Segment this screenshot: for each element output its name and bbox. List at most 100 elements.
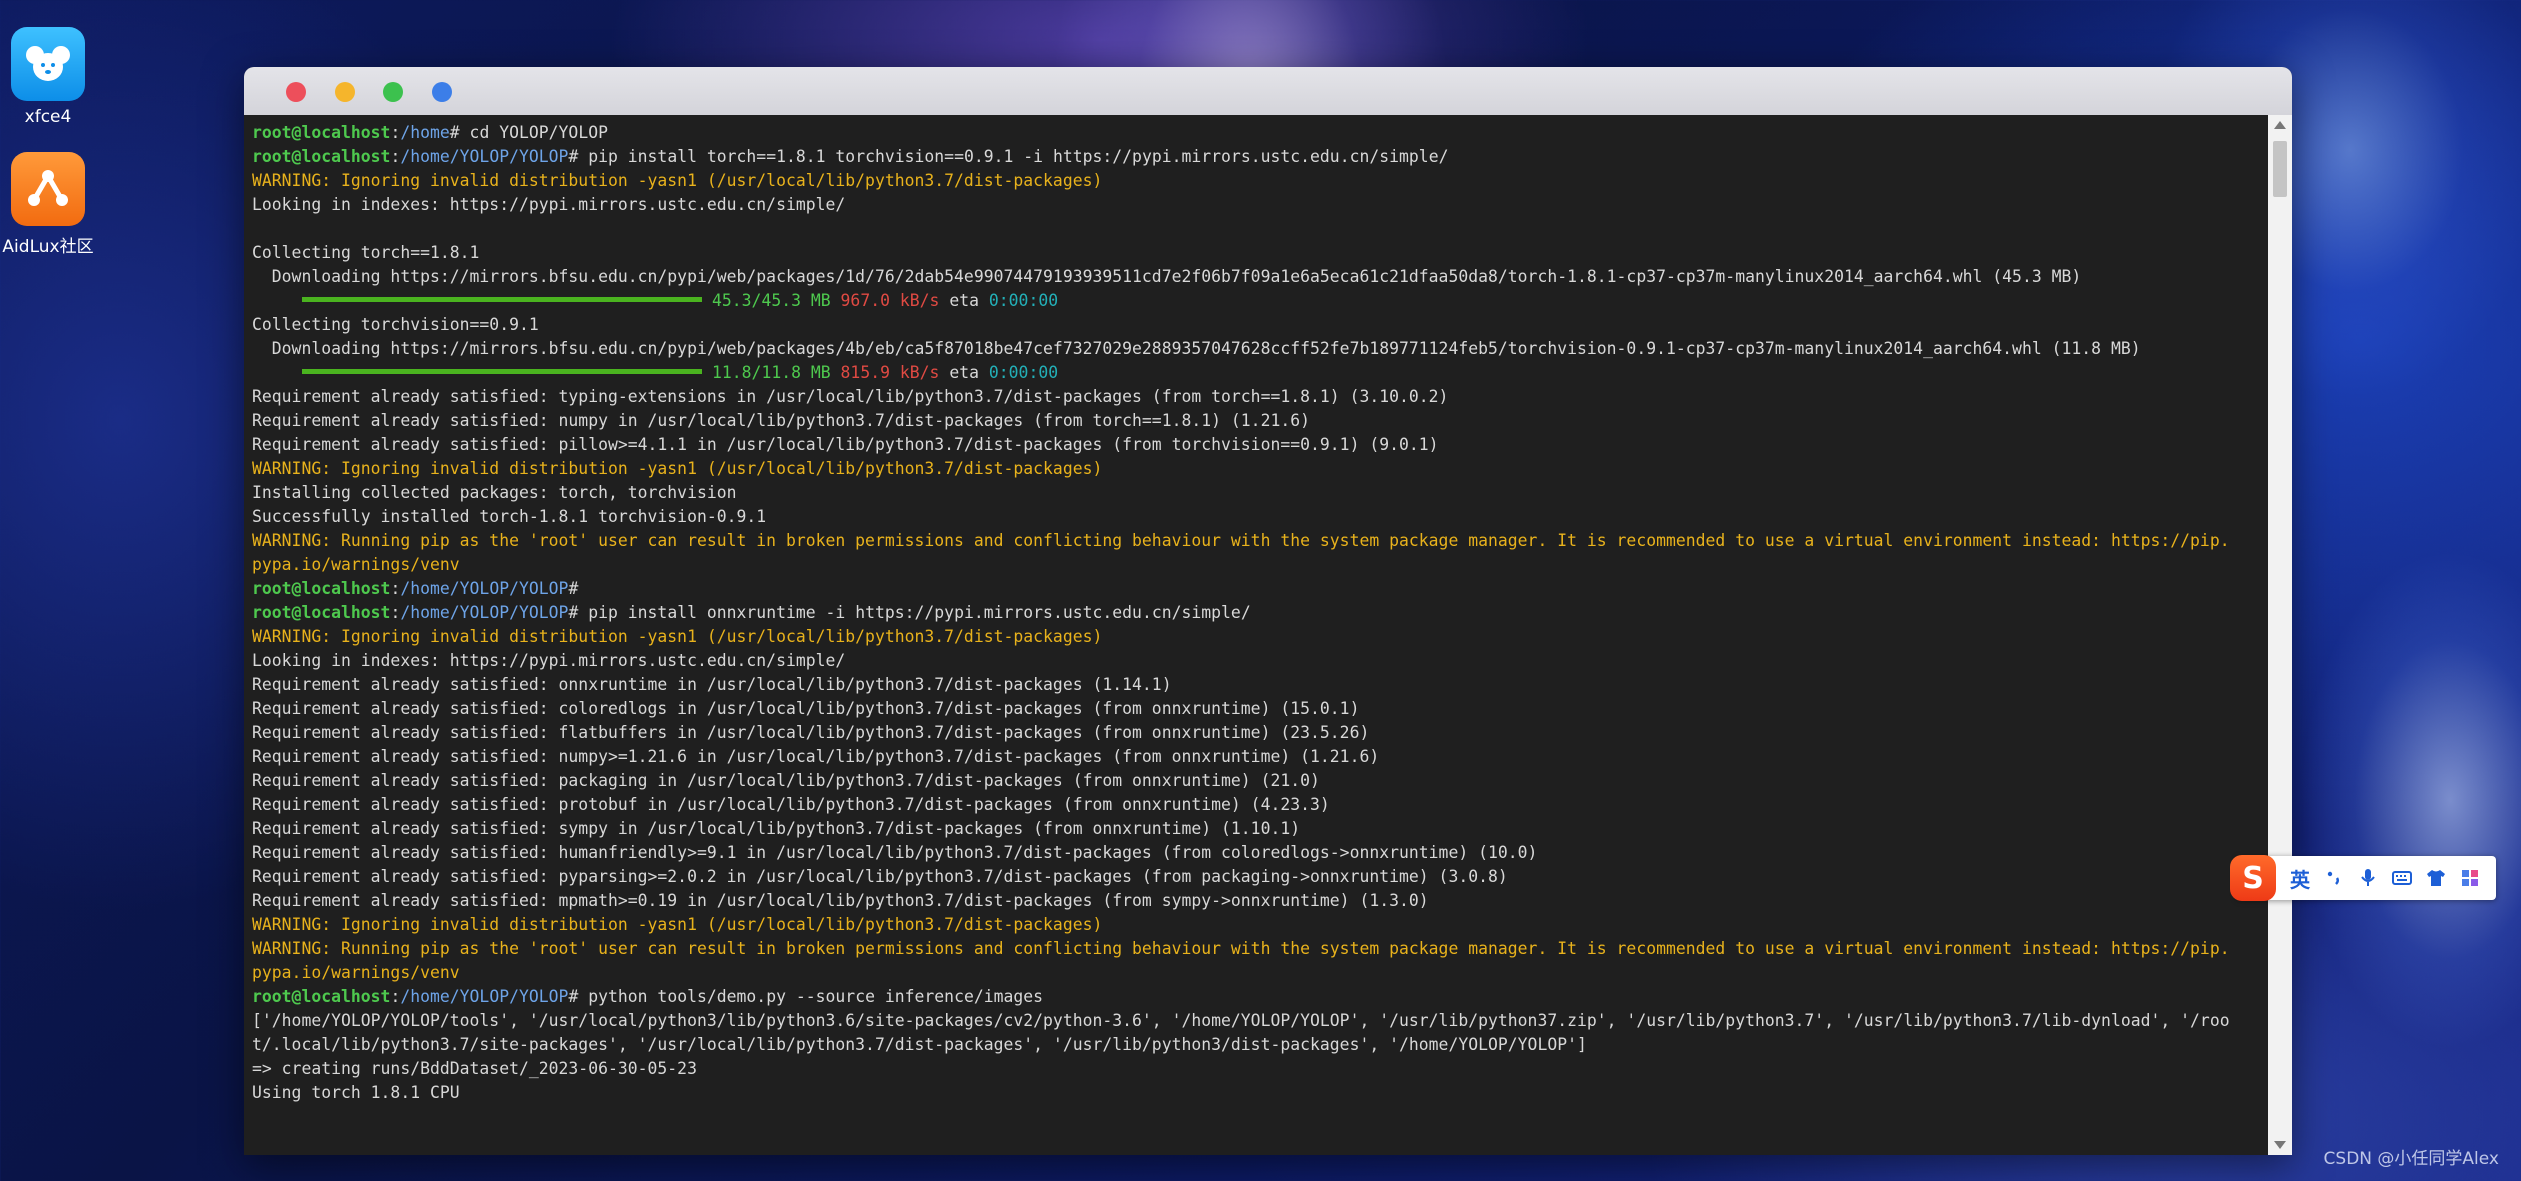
terminal-line: root@localhost:/home# cd YOLOP/YOLOP: [252, 121, 2267, 145]
punctuation-icon[interactable]: [2324, 868, 2344, 888]
terminal-text: :: [390, 987, 401, 1006]
terminal-line: Requirement already satisfied: numpy in …: [252, 409, 2267, 433]
terminal-text: Collecting torch==1.8.1: [252, 243, 480, 262]
terminal-line: pypa.io/warnings/venv: [252, 553, 2267, 577]
minimize-button[interactable]: [335, 82, 355, 102]
terminal-text: /home/YOLOP/YOLOP: [400, 579, 569, 598]
aidlux-logo-icon: [11, 152, 85, 226]
terminal-line: Requirement already satisfied: coloredlo…: [252, 697, 2267, 721]
terminal-line: Requirement already satisfied: protobuf …: [252, 793, 2267, 817]
terminal-window[interactable]: root@localhost:/home# cd YOLOP/YOLOP root…: [244, 67, 2292, 1155]
terminal-line: Requirement already satisfied: pyparsing…: [252, 865, 2267, 889]
terminal-text: Collecting torchvision==0.9.1: [252, 315, 539, 334]
terminal-line: Requirement already satisfied: sympy in …: [252, 817, 2267, 841]
terminal-text: # python tools/demo.py --source inferenc…: [568, 987, 1044, 1006]
terminal-text: # cd YOLOP/YOLOP: [449, 123, 608, 142]
toolbox-icon[interactable]: [2460, 868, 2480, 888]
window-titlebar[interactable]: [244, 67, 2292, 115]
terminal-text: /home/YOLOP/YOLOP: [400, 987, 569, 1006]
terminal-text: 815.9 kB/s: [840, 363, 940, 382]
terminal-line: WARNING: Ignoring invalid distribution -…: [252, 169, 2267, 193]
terminal-text: # pip install onnxruntime -i https://pyp…: [568, 603, 1251, 622]
ime-mode-toggle[interactable]: 英: [2290, 864, 2310, 893]
terminal-line: root@localhost:/home/YOLOP/YOLOP# pip in…: [252, 601, 2267, 625]
terminal-text: => creating runs/BddDataset/_2023-06-30-…: [252, 1059, 697, 1078]
terminal-line: root@localhost:/home/YOLOP/YOLOP# python…: [252, 985, 2267, 1009]
terminal-text: Requirement already satisfied: protobuf …: [252, 795, 1330, 814]
terminal-text: ['/home/YOLOP/YOLOP/tools', '/usr/local/…: [252, 1011, 2230, 1030]
terminal-text: root@localhost: [252, 123, 391, 142]
close-button[interactable]: [286, 82, 306, 102]
terminal-text: WARNING: Running pip as the 'root' user …: [252, 939, 2230, 958]
terminal-text: Requirement already satisfied: coloredlo…: [252, 699, 1360, 718]
terminal-line: Using torch 1.8.1 CPU: [252, 1081, 2267, 1105]
terminal-text: Downloading https://mirrors.bfsu.edu.cn/…: [252, 339, 2141, 358]
terminal-text: 45.3/45.3 MB: [712, 291, 831, 310]
terminal-text: Requirement already satisfied: pillow>=4…: [252, 435, 1439, 454]
terminal-text: root@localhost: [252, 603, 391, 622]
terminal-text: Requirement already satisfied: typing-ex…: [252, 387, 1449, 406]
ime-toolbar[interactable]: S 英: [2230, 855, 2496, 901]
terminal-text: root@localhost: [252, 987, 391, 1006]
scroll-up-arrow-icon[interactable]: [2274, 121, 2286, 129]
terminal-line: ['/home/YOLOP/YOLOP/tools', '/usr/local/…: [252, 1009, 2267, 1033]
terminal-text: eta: [939, 291, 989, 310]
terminal-line: => creating runs/BddDataset/_2023-06-30-…: [252, 1057, 2267, 1081]
terminal-text: Successfully installed torch-1.8.1 torch…: [252, 507, 767, 526]
terminal-text: Requirement already satisfied: humanfrie…: [252, 843, 1538, 862]
terminal-text: :: [390, 147, 401, 166]
terminal-line: Requirement already satisfied: numpy>=1.…: [252, 745, 2267, 769]
terminal-line: Requirement already satisfied: pillow>=4…: [252, 433, 2267, 457]
terminal-text: WARNING: Ignoring invalid distribution -…: [252, 459, 1103, 478]
terminal-text: Downloading https://mirrors.bfsu.edu.cn/…: [252, 267, 2082, 286]
terminal-line: Requirement already satisfied: mpmath>=0…: [252, 889, 2267, 913]
scrollbar-thumb[interactable]: [2273, 141, 2287, 197]
desktop-icon-xfce4[interactable]: xfce4: [0, 27, 96, 127]
terminal-line: Looking in indexes: https://pypi.mirrors…: [252, 649, 2267, 673]
maximize-button[interactable]: [383, 82, 403, 102]
terminal-line: WARNING: Ignoring invalid distribution -…: [252, 913, 2267, 937]
vertical-scrollbar[interactable]: [2268, 115, 2292, 1155]
desktop-icon-label: AidLux社区: [2, 237, 94, 257]
terminal-line: Requirement already satisfied: onnxrunti…: [252, 673, 2267, 697]
terminal-line: Collecting torch==1.8.1: [252, 241, 2267, 265]
terminal-line: Requirement already satisfied: packaging…: [252, 769, 2267, 793]
keyboard-icon[interactable]: [2392, 868, 2412, 888]
terminal-line: 45.3/45.3 MB 967.0 kB/s eta 0:00:00: [252, 289, 2267, 313]
terminal-text: /home: [400, 123, 450, 142]
window-extra-button[interactable]: [432, 82, 452, 102]
terminal-line: Requirement already satisfied: typing-ex…: [252, 385, 2267, 409]
skin-icon[interactable]: [2426, 868, 2446, 888]
wallpaper-glow: [2300, 550, 2521, 1050]
terminal-text: #: [568, 579, 579, 598]
terminal-output[interactable]: root@localhost:/home# cd YOLOP/YOLOP root…: [252, 121, 2267, 1155]
terminal-text: 11.8/11.8 MB: [712, 363, 831, 382]
microphone-icon[interactable]: [2358, 868, 2378, 888]
terminal-text: WARNING: Ignoring invalid distribution -…: [252, 915, 1103, 934]
terminal-line: 11.8/11.8 MB 815.9 kB/s eta 0:00:00: [252, 361, 2267, 385]
terminal-text: /home/YOLOP/YOLOP: [400, 147, 569, 166]
download-progress-bar: [302, 297, 702, 302]
terminal-text: Requirement already satisfied: packaging…: [252, 771, 1320, 790]
download-progress-bar: [302, 369, 702, 374]
sogou-logo-icon[interactable]: S: [2230, 855, 2276, 901]
terminal-line: Downloading https://mirrors.bfsu.edu.cn/…: [252, 337, 2267, 361]
terminal-text: 0:00:00: [988, 363, 1059, 382]
terminal-text: :: [390, 123, 401, 142]
terminal-text: # pip install torch==1.8.1 torchvision==…: [568, 147, 1449, 166]
terminal-line: WARNING: Running pip as the 'root' user …: [252, 937, 2267, 961]
terminal-line: Installing collected packages: torch, to…: [252, 481, 2267, 505]
desktop-icon-aidlux[interactable]: AidLux社区: [0, 152, 96, 257]
terminal-text: Requirement already satisfied: numpy>=1.…: [252, 747, 1380, 766]
terminal-text: WARNING: Ignoring invalid distribution -…: [252, 627, 1103, 646]
terminal-text: Requirement already satisfied: onnxrunti…: [252, 675, 1172, 694]
csdn-watermark: CSDN @小任同学Alex: [2323, 1149, 2499, 1169]
terminal-line: root@localhost:/home/YOLOP/YOLOP#: [252, 577, 2267, 601]
terminal-text: :: [390, 603, 401, 622]
terminal-text: root@localhost: [252, 579, 391, 598]
scroll-down-arrow-icon[interactable]: [2274, 1141, 2286, 1149]
terminal-text: Requirement already satisfied: pyparsing…: [252, 867, 1508, 886]
